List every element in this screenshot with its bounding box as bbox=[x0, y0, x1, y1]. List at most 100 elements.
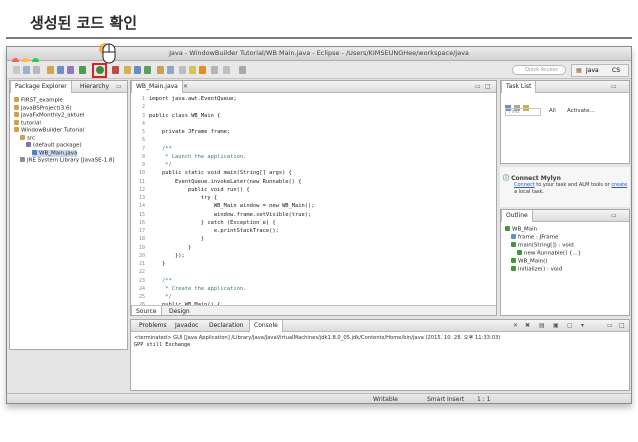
code-line[interactable]: public class WB_Main { bbox=[149, 112, 220, 120]
create-link[interactable]: create bbox=[611, 182, 627, 188]
code-line[interactable]: /** bbox=[149, 145, 172, 153]
package-icon bbox=[26, 142, 31, 147]
maximize-icon[interactable]: □ bbox=[619, 323, 625, 329]
minimize-icon[interactable]: ▭ bbox=[475, 84, 481, 90]
code-line[interactable]: e.printStackTrace(); bbox=[149, 227, 279, 235]
tab-design[interactable]: Design bbox=[165, 306, 194, 315]
perspective-java[interactable]: Java bbox=[586, 67, 599, 74]
code-line[interactable]: /** bbox=[149, 277, 172, 285]
perspective-other[interactable]: CS bbox=[612, 67, 620, 74]
tab-outline[interactable]: Outline bbox=[501, 210, 533, 222]
java-file-icon bbox=[32, 149, 37, 155]
tab-console[interactable]: Console bbox=[249, 320, 283, 332]
code-line[interactable]: * Create the application. bbox=[149, 285, 246, 293]
find-input[interactable]: Find bbox=[505, 108, 541, 116]
tree-item[interactable]: initialize() : void bbox=[511, 266, 562, 274]
line-number: 1 bbox=[141, 96, 145, 102]
forward-icon[interactable] bbox=[211, 66, 218, 74]
code-line[interactable]: private JFrame frame; bbox=[149, 128, 230, 136]
connect-link[interactable]: Connect bbox=[514, 182, 535, 188]
close-tab-icon[interactable]: ✕ bbox=[183, 84, 188, 90]
print-icon[interactable] bbox=[33, 66, 40, 74]
external-tools-icon[interactable] bbox=[67, 66, 74, 74]
open-console-icon[interactable]: ▾ bbox=[581, 323, 584, 329]
tree-item[interactable]: tutorial bbox=[14, 119, 41, 128]
tree-item[interactable]: JRE System Library [JavaSE-1.8] bbox=[20, 157, 115, 165]
code-line[interactable]: } bbox=[149, 244, 191, 252]
code-line[interactable]: }); bbox=[149, 252, 185, 260]
mark-occurrences-icon[interactable] bbox=[189, 66, 196, 74]
new-icon[interactable] bbox=[13, 66, 20, 74]
code-line[interactable]: EventQueue.invokeLater(new Runnable() { bbox=[149, 178, 302, 186]
tab-task-list[interactable]: Task List bbox=[501, 81, 537, 93]
tree-item[interactable]: WB_Main.java bbox=[32, 149, 78, 157]
maximize-icon[interactable]: □ bbox=[485, 84, 491, 90]
mylyn-description: Connect to your task and ALM tools or cr… bbox=[514, 182, 628, 195]
pin-icon[interactable] bbox=[223, 66, 230, 74]
tree-item[interactable]: new Runnable() {...} bbox=[517, 250, 581, 258]
project-icon bbox=[14, 112, 19, 117]
tree-item[interactable]: WB_Main bbox=[505, 226, 537, 234]
open-perspective-icon[interactable]: ▦ bbox=[576, 67, 582, 74]
code-line[interactable]: public static void main(String[] args) { bbox=[149, 169, 292, 177]
open-type-icon[interactable] bbox=[157, 66, 164, 74]
annotation-icon[interactable] bbox=[179, 66, 186, 74]
code-line[interactable]: WB_Main window = new WB_Main(); bbox=[149, 202, 315, 210]
tree-item[interactable]: JavaBSProject(3.6) bbox=[14, 104, 72, 113]
tree-item[interactable]: WindowBuilder Tutorial bbox=[14, 127, 84, 135]
display-console-icon[interactable]: ▢ bbox=[567, 323, 573, 329]
code-line[interactable]: */ bbox=[149, 293, 172, 301]
tab-declaration[interactable]: Declaration bbox=[205, 320, 248, 332]
search-icon[interactable] bbox=[167, 66, 174, 74]
minimize-icon[interactable]: ▭ bbox=[607, 323, 613, 329]
tab-hierarchy[interactable]: Hierarchy bbox=[76, 81, 113, 93]
line-number: 21 bbox=[138, 261, 145, 267]
save-icon[interactable] bbox=[23, 66, 30, 74]
code-line[interactable]: import java.awt.EventQueue; bbox=[149, 95, 237, 103]
quick-access-input[interactable]: Quick Access bbox=[512, 65, 566, 75]
tree-item[interactable]: WB_Main() bbox=[511, 258, 547, 266]
wizard-icon[interactable] bbox=[47, 66, 54, 74]
console-tabbar: Problems Javadoc Declaration Console ✕ ✖… bbox=[131, 320, 629, 332]
navigate-icon[interactable] bbox=[239, 66, 246, 74]
minimize-icon[interactable]: ▭ bbox=[611, 213, 617, 219]
code-line[interactable]: window.frame.setVisible(true); bbox=[149, 211, 311, 219]
new-java-project-icon[interactable] bbox=[124, 66, 131, 74]
remove-launch-icon[interactable]: ✖ bbox=[525, 323, 530, 329]
minimize-icon[interactable]: ▭ bbox=[116, 84, 122, 90]
tree-item[interactable]: main(String[]) : void bbox=[511, 242, 574, 250]
tree-item[interactable]: (default package) bbox=[26, 142, 82, 150]
debug-config-icon[interactable] bbox=[57, 66, 64, 74]
tree-item[interactable]: JavaFxMonthly2_aktuel bbox=[14, 112, 84, 120]
new-class-icon[interactable] bbox=[144, 66, 151, 74]
code-line[interactable]: try { bbox=[149, 194, 217, 202]
perspective-switcher[interactable]: ▦ Java CS bbox=[571, 64, 629, 77]
clear-console-icon[interactable]: ✕ bbox=[513, 323, 518, 329]
code-line[interactable]: public void run() { bbox=[149, 186, 250, 194]
code-line[interactable]: */ bbox=[149, 161, 172, 169]
minimize-icon[interactable]: ▭ bbox=[611, 84, 617, 90]
tab-source[interactable]: Source bbox=[131, 306, 162, 315]
tree-item-label: JavaBSProject(3.6) bbox=[21, 105, 72, 111]
tab-package-explorer[interactable]: Package Explorer bbox=[10, 81, 72, 93]
code-line[interactable]: * Launch the application. bbox=[149, 153, 246, 161]
task-list-tabbar: Task List ▭ bbox=[501, 81, 629, 93]
debug-icon[interactable] bbox=[79, 66, 86, 74]
stop-icon[interactable] bbox=[112, 66, 119, 74]
tree-item[interactable]: FIRST_example bbox=[14, 97, 63, 105]
tab-javadoc[interactable]: Javadoc bbox=[171, 320, 202, 332]
code-line[interactable]: } catch (Exception e) { bbox=[149, 219, 276, 227]
activate-link[interactable]: Activate... bbox=[567, 108, 595, 114]
tab-wb-main-java[interactable]: WB_Main.java bbox=[131, 81, 183, 93]
editor-panel: WB_Main.java ✕ ▭ □ 1 import java.awt.Even… bbox=[130, 80, 497, 316]
tree-item[interactable]: src bbox=[20, 134, 35, 143]
code-line[interactable]: } bbox=[149, 260, 165, 268]
tab-problems[interactable]: Problems bbox=[135, 320, 171, 332]
back-icon[interactable] bbox=[199, 66, 206, 74]
tree-item[interactable]: frame : JFrame bbox=[511, 234, 558, 242]
code-line[interactable]: } bbox=[149, 235, 204, 243]
new-package-icon[interactable] bbox=[134, 66, 141, 74]
filter-all[interactable]: All bbox=[549, 108, 556, 114]
scroll-lock-icon[interactable]: ▤ bbox=[539, 323, 545, 329]
pin-console-icon[interactable]: ▣ bbox=[553, 323, 559, 329]
